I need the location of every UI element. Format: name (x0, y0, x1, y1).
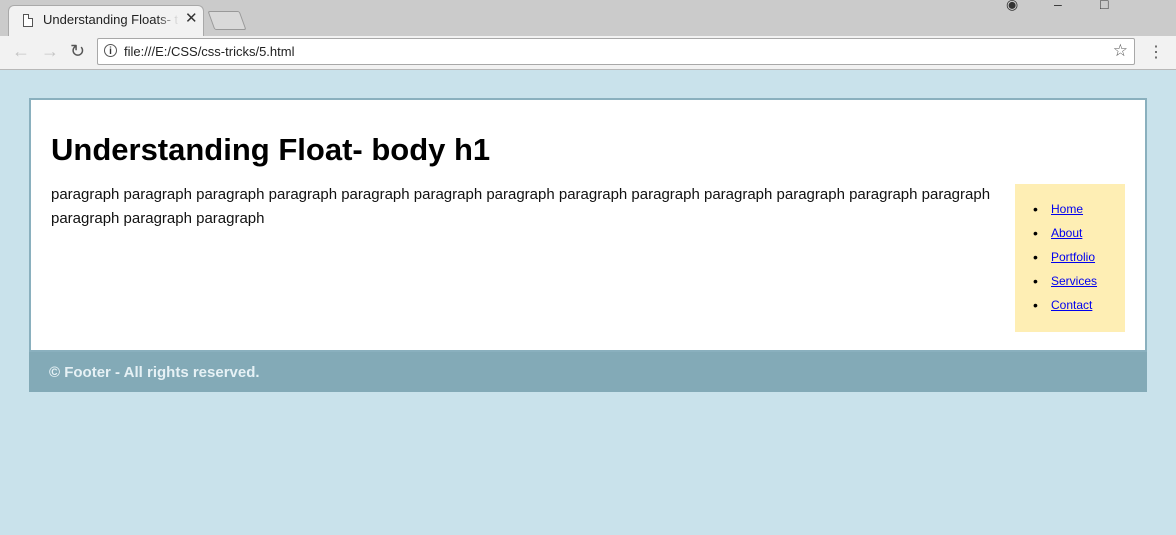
maximize-window-icon[interactable]: □ (1100, 0, 1108, 12)
back-arrow-icon[interactable]: ← (12, 41, 30, 61)
nav-item-portfolio: Portfolio (1033, 249, 1097, 273)
nav-item-home: Home (1033, 201, 1097, 225)
page-footer: © Footer - All rights reserved. (29, 352, 1147, 392)
close-tab-icon[interactable]: ✕ (185, 11, 198, 27)
page-wrapper: Understanding Float- body h1 paragraph p… (29, 98, 1147, 352)
document-icon (23, 14, 33, 27)
address-bar[interactable]: i file:///E:/CSS/css-tricks/5.html ☆ (97, 38, 1135, 65)
nav-list: Home About Portfolio Services Contact (1033, 201, 1097, 321)
minimize-window-icon[interactable]: – (1054, 0, 1062, 12)
nav-link-contact[interactable]: Contact (1051, 298, 1092, 312)
bookmark-star-icon[interactable]: ☆ (1113, 41, 1128, 61)
nav-link-about[interactable]: About (1051, 226, 1082, 240)
page-viewport: Understanding Float- body h1 paragraph p… (0, 70, 1176, 535)
account-icon[interactable]: ◉ (1006, 0, 1018, 13)
body-paragraph: paragraph paragraph paragraph paragraph … (51, 186, 991, 227)
url-text[interactable]: file:///E:/CSS/css-tricks/5.html (124, 44, 294, 59)
browser-menu-icon[interactable]: ⋮ (1148, 42, 1164, 62)
nav-item-services: Services (1033, 273, 1097, 297)
nav-link-home[interactable]: Home (1051, 202, 1083, 216)
reload-icon[interactable]: ↻ (70, 41, 85, 61)
nav-link-portfolio[interactable]: Portfolio (1051, 250, 1095, 264)
browser-toolbar: ← → ↻ i file:///E:/CSS/css-tricks/5.html… (0, 36, 1176, 70)
footer-text: © Footer - All rights reserved. (49, 364, 260, 381)
new-tab-button[interactable] (207, 11, 247, 30)
browser-title-bar: Understanding Floats- title ✕ ◉ – □ (0, 0, 1176, 36)
forward-arrow-icon[interactable]: → (41, 41, 59, 61)
nav-link-services[interactable]: Services (1051, 274, 1097, 288)
nav-item-contact: Contact (1033, 297, 1097, 321)
sidebar-nav: Home About Portfolio Services Contact (1015, 184, 1125, 332)
page-heading: Understanding Float- body h1 (51, 132, 491, 167)
browser-tab[interactable]: Understanding Floats- title ✕ (8, 5, 204, 36)
nav-item-about: About (1033, 225, 1097, 249)
tab-title: Understanding Floats- title (43, 12, 179, 27)
info-icon[interactable]: i (104, 44, 117, 57)
